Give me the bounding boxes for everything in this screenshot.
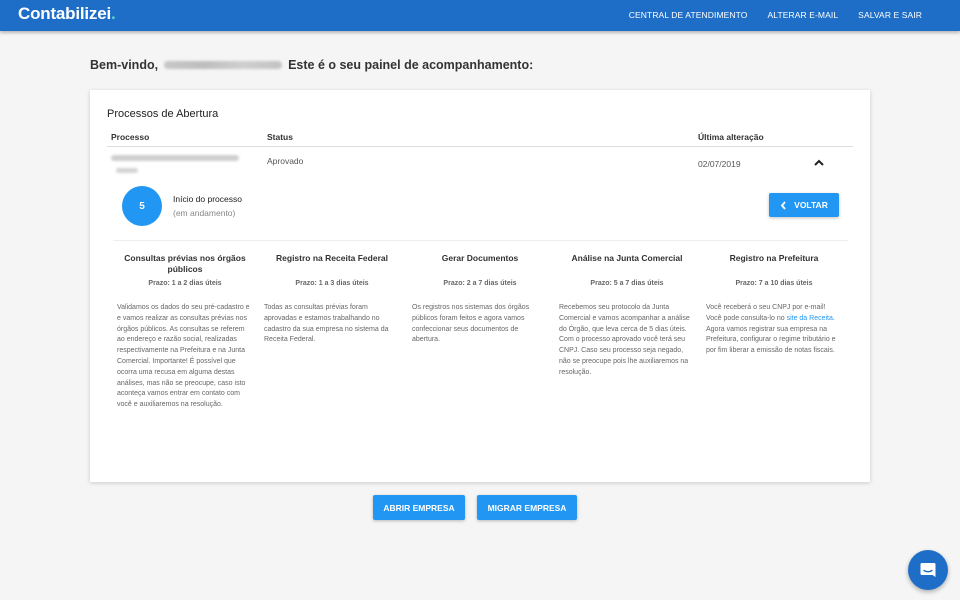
step-number-badge: 5 bbox=[122, 186, 162, 226]
stage-title: Gerar Documentos bbox=[441, 253, 519, 263]
card-title: Processos de Abertura bbox=[107, 108, 219, 120]
stage-description: Os registros nos sistemas dos órgãos púb… bbox=[412, 304, 530, 344]
welcome-suffix: Este é o seu painel de acompanhamento: bbox=[288, 58, 534, 72]
redacted-user-name bbox=[164, 61, 283, 69]
stage-description: Validamos os dados do seu pré-cadastro e… bbox=[117, 304, 250, 409]
stage-prefeitura: Registro na Prefeitura Prazo: 7 a 10 dia… bbox=[706, 253, 842, 354]
steps-divider bbox=[113, 240, 848, 241]
back-button[interactable]: VOLTAR bbox=[769, 193, 839, 217]
stage-deadline: Prazo: 1 a 2 dias úteis bbox=[148, 280, 222, 287]
stage-description: Todas as consultas prévias foram aprovad… bbox=[264, 304, 389, 344]
stage-deadline: Prazo: 1 a 3 dias úteis bbox=[295, 280, 369, 287]
stage-description: Você receberá o seu CNPJ por e-mail! Voc… bbox=[706, 304, 836, 355]
chevron-up-icon[interactable] bbox=[813, 158, 825, 168]
migrate-company-button[interactable]: MIGRAR EMPRESA bbox=[477, 495, 577, 520]
chevron-left-icon bbox=[780, 200, 786, 210]
stage-consultas-previas: Consultas prévias nos órgãos públicos Pr… bbox=[117, 253, 253, 408]
stage-deadline: Prazo: 2 a 7 dias úteis bbox=[443, 280, 517, 287]
step-subtitle: (em andamento) bbox=[173, 208, 236, 218]
column-processo: Processo bbox=[111, 132, 150, 142]
row-status: Aprovado bbox=[267, 156, 304, 166]
stage-title: Análise na Junta Comercial bbox=[571, 253, 683, 263]
top-bar: Contabilizei. CENTRAL DE ATENDIMENTO ALT… bbox=[0, 0, 960, 31]
stage-title: Registro na Receita Federal bbox=[276, 253, 388, 263]
nav-salvar-sair[interactable]: SALVAR E SAIR bbox=[858, 10, 922, 20]
stage-deadline: Prazo: 5 a 7 dias úteis bbox=[590, 280, 664, 287]
process-card: Processos de Abertura Processo Status Úl… bbox=[90, 90, 870, 482]
nav-central-atendimento[interactable]: CENTRAL DE ATENDIMENTO bbox=[629, 10, 748, 20]
stage-title: Registro na Prefeitura bbox=[729, 253, 819, 263]
stage-gerar-documentos: Gerar Documentos Prazo: 2 a 7 dias úteis… bbox=[412, 253, 548, 343]
header-divider bbox=[107, 146, 853, 147]
logo[interactable]: Contabilizei. bbox=[18, 4, 116, 24]
column-ultima-alteracao: Última alteração bbox=[698, 132, 764, 142]
stage-title: Consultas prévias nos órgãos públicos bbox=[124, 253, 246, 274]
redacted-process-name-2 bbox=[116, 168, 138, 173]
stage-description: Recebemos seu protocolo da Junta Comerci… bbox=[559, 304, 690, 376]
back-button-label: VOLTAR bbox=[794, 200, 828, 210]
step-title: Início do processo bbox=[173, 194, 242, 204]
stage-junta-comercial: Análise na Junta Comercial Prazo: 5 a 7 … bbox=[559, 253, 695, 376]
welcome-message: Bem-vindo, Este é o seu painel de acompa… bbox=[90, 58, 533, 72]
nav-alterar-email[interactable]: ALTERAR E-MAIL bbox=[767, 10, 838, 20]
top-nav: CENTRAL DE ATENDIMENTO ALTERAR E-MAIL SA… bbox=[629, 10, 922, 20]
column-status: Status bbox=[267, 132, 293, 142]
open-company-button[interactable]: ABRIR EMPRESA bbox=[373, 495, 465, 520]
chat-button[interactable] bbox=[908, 550, 948, 590]
chat-bubble-icon bbox=[920, 563, 936, 577]
redacted-process-name bbox=[111, 155, 239, 161]
receita-site-link[interactable]: site da Receita bbox=[787, 315, 833, 322]
stage-deadline: Prazo: 7 a 10 dias úteis bbox=[735, 280, 813, 287]
stage-receita-federal: Registro na Receita Federal Prazo: 1 a 3… bbox=[264, 253, 400, 343]
row-date: 02/07/2019 bbox=[698, 159, 741, 169]
welcome-prefix: Bem-vindo, bbox=[90, 58, 159, 72]
